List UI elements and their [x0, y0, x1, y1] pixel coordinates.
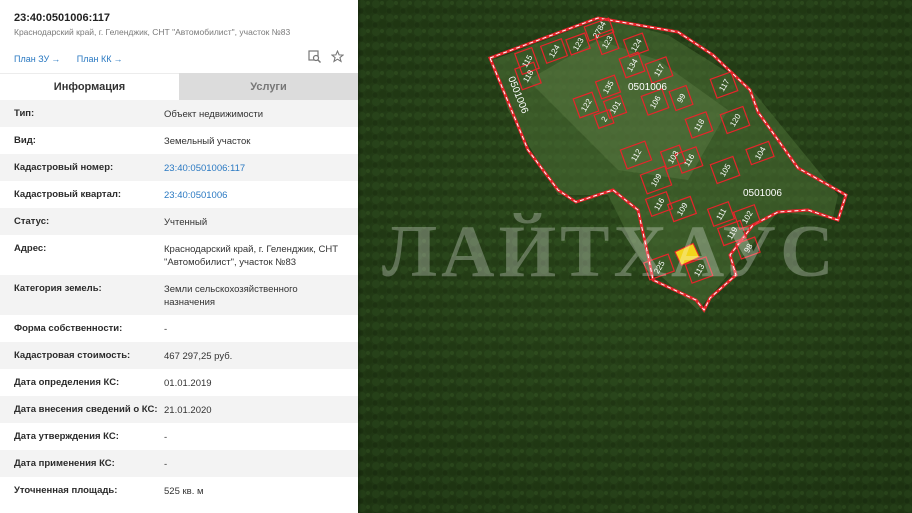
info-row-value: Земли сельскохозяйственного назначения: [164, 284, 298, 308]
info-row-value: 467 297,25 руб.: [164, 351, 233, 362]
zoom-to-object-icon[interactable]: [308, 50, 321, 63]
info-table: Тип: Объект недвижимости Вид: Земельный уча…: [0, 100, 358, 504]
tab-bar: Информация Услуги: [0, 73, 358, 100]
info-row-value: -: [164, 459, 168, 470]
info-row: Дата применения КС: -: [0, 450, 358, 477]
info-row-label: Кадастровая стоимость:: [14, 350, 131, 361]
tab-information[interactable]: Информация: [0, 73, 179, 100]
info-row-value: Земельный участок: [164, 136, 251, 147]
info-row-label: Форма собственности:: [14, 323, 123, 334]
quarter-number-label: 0501006: [628, 82, 667, 93]
info-row: Кадастровый квартал: 23:40:0501006: [0, 181, 358, 208]
info-row-label: Тип:: [14, 108, 35, 119]
plan-zu-link[interactable]: План ЗУ →: [14, 54, 60, 64]
info-row-value: 525 кв. м: [164, 486, 204, 497]
object-header: 23:40:0501006:117 Краснодарский край, г.…: [0, 0, 358, 76]
info-row-value: 21.01.2020: [164, 405, 212, 416]
info-row-label: Статус:: [14, 216, 50, 227]
address-subtitle: Краснодарский край, г. Геленджик, СНТ "А…: [14, 27, 291, 37]
info-row-label: Категория земель:: [14, 283, 102, 294]
star-icon[interactable]: [331, 50, 344, 63]
info-row-label: Адрес:: [14, 243, 47, 254]
info-row-value: -: [164, 432, 168, 443]
info-row-label: Дата применения КС:: [14, 458, 115, 469]
info-row: Уточненная площадь: 525 кв. м: [0, 477, 358, 504]
info-row-link[interactable]: 23:40:0501006: [164, 181, 358, 208]
plan-links: План ЗУ → План КК →: [14, 54, 136, 64]
info-row-label: Дата внесения сведений о КС:: [14, 404, 158, 415]
plan-kk-link[interactable]: План КК →: [77, 54, 123, 64]
info-row-label: Дата определения КС:: [14, 377, 120, 388]
header-tools: [308, 50, 344, 63]
info-row-label: Уточненная площадь:: [14, 485, 118, 496]
info-row-value: Учтенный: [164, 217, 208, 228]
arrow-right-icon: →: [51, 54, 61, 64]
info-row: Кадастровая стоимость: 467 297,25 руб.: [0, 342, 358, 369]
info-row-value: Краснодарский край, г. Геленджик, СНТ "А…: [164, 244, 339, 268]
map-view[interactable]: 2784 124 123 123 115 124 117 134 122 135 101 2 106 99…: [358, 0, 912, 513]
info-panel: 23:40:0501006:117 Краснодарский край, г.…: [0, 0, 358, 513]
info-row: Кадастровый номер: 23:40:0501006:117: [0, 154, 358, 181]
info-row: Дата утверждения КС: -: [0, 423, 358, 450]
info-row-value: Объект недвижимости: [164, 109, 264, 120]
cadastral-number-title: 23:40:0501006:117: [14, 12, 111, 24]
info-row: Вид: Земельный участок: [0, 127, 358, 154]
info-row: Дата внесения сведений о КС: 21.01.2020: [0, 396, 358, 423]
info-row-value: -: [164, 324, 168, 335]
info-row-value: 01.01.2019: [164, 378, 212, 389]
info-row: Форма собственности: -: [0, 315, 358, 342]
tab-services[interactable]: Услуги: [179, 73, 358, 100]
info-row: Адрес: Краснодарский край, г. Геленджик, …: [0, 235, 358, 275]
info-row-label: Кадастровый квартал:: [14, 189, 122, 200]
info-row: Дата определения КС: 01.01.2019: [0, 369, 358, 396]
satellite-map[interactable]: 2784124 123 1231151241171341221351012106 99…: [358, 0, 912, 513]
info-row-label: Дата утверждения КС:: [14, 431, 119, 442]
info-row: Тип: Объект недвижимости: [0, 100, 358, 127]
quarter-number-label: 0501006: [743, 188, 782, 199]
info-row: Категория земель: Земли сельскохозяйствен…: [0, 275, 358, 315]
info-row-label: Вид:: [14, 135, 36, 146]
info-row-label: Кадастровый номер:: [14, 162, 114, 173]
info-row: Статус: Учтенный: [0, 208, 358, 235]
info-row-link[interactable]: 23:40:0501006:117: [164, 154, 358, 181]
arrow-right-icon: →: [113, 54, 123, 64]
